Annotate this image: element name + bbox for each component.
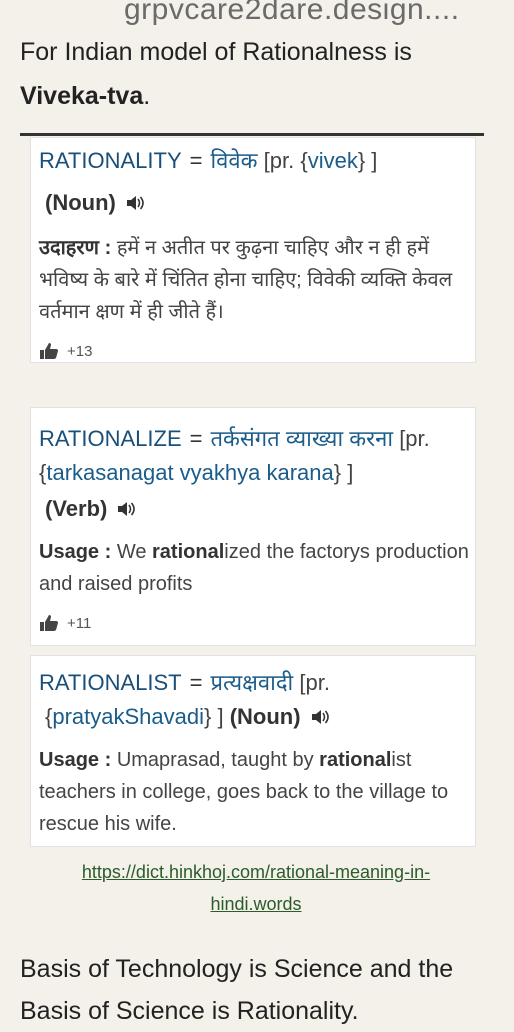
divider-line [20,133,484,136]
entry-word[interactable]: RATIONALIST [39,670,182,695]
pronunciation: tarkasanagat vyakhya karana [46,460,334,485]
hindi-meaning[interactable]: विवेक [210,148,257,173]
example-pre: Umaprasad, taught by [116,749,320,771]
dictionary-card-rationalist: RATIONALIST = प्रत्यक्षवादी [pr. {pratyakS… [30,655,476,847]
intro-tail: . [143,82,151,110]
example-label: Usage : [39,749,112,771]
pos-label: (Noun) [229,704,301,729]
thumbs-up-icon[interactable] [39,614,59,632]
entry-headline: RATIONALITY = विवेक [pr. {vivek} ] [39,144,469,178]
pronunciation-close: } ] [333,460,354,485]
part-of-speech: (Verb) [45,492,469,526]
example-usage: Usage : We rationalized the factorys pro… [39,536,469,600]
example-usage: उदाहरण : हमें न अतीत पर कुढ़ना चाहिए और … [39,232,469,328]
hindi-meaning[interactable]: प्रत्यक्षवादी [210,670,293,695]
example-usage: Usage : Umaprasad, taught by rationalist… [39,744,469,840]
entry-word[interactable]: RATIONALITY [39,148,182,173]
source-url-line2[interactable]: hindi.words [210,894,301,914]
example-bold: rational [319,749,392,771]
like-count-value: +11 [67,614,92,632]
source-url-line1[interactable]: https://dict.hinkhoj.com/rational-meanin… [82,862,430,882]
hindi-meaning[interactable]: तर्कसंगत व्याख्या करना [210,426,393,451]
dictionary-card-rationality: RATIONALITY = विवेक [pr. {vivek} ] (Noun) … [30,137,476,363]
pronunciation: vivek [307,148,358,173]
pronunciation-close: } ] [204,704,224,729]
pronunciation-close: } ] [357,148,378,173]
example-bold: rational [152,541,225,563]
pos-label: (Verb) [45,496,108,521]
entry-word[interactable]: RATIONALIZE [39,426,182,451]
pos-label: (Noun) [45,190,116,215]
dictionary-card-rationalize: RATIONALIZE = तर्कसंगत व्याख्या करना [pr. … [30,407,476,646]
equals-sign: = [189,670,203,695]
equals-sign: = [189,426,203,451]
like-count-value: +13 [67,342,93,360]
example-label: उदाहरण : [39,237,112,259]
example-label: Usage : [39,541,112,563]
thumbs-up-icon[interactable] [39,342,59,360]
source-url-link[interactable]: https://dict.hinkhoj.com/rational-meanin… [36,856,476,920]
entry-headline: RATIONALIST = प्रत्यक्षवादी [pr. {pratyakS… [39,666,469,734]
speaker-icon[interactable] [126,195,144,211]
example-pre: We [116,541,153,563]
pronunciation-open: [pr. { [263,148,308,173]
outro-paragraph: Basis of Technology is Science and the B… [20,955,454,1025]
pronunciation: pratyakShavadi [52,704,205,729]
speaker-icon[interactable] [117,501,136,517]
equals-sign: = [189,148,203,173]
intro-text: For Indian model of Rationalness is [20,38,412,66]
entry-headline: RATIONALIZE = तर्कसंगत व्याख्या करना [pr. … [39,422,469,490]
like-count: +11 [39,614,469,632]
pronunciation-open: [pr. [299,670,330,695]
speaker-icon[interactable] [311,709,329,725]
intro-paragraph: For Indian model of Rationalness is Vive… [20,30,500,118]
site-domain-header: grpvcare2dare.design.... [124,0,460,26]
part-of-speech: (Noun) [45,186,469,220]
intro-bold-term: Viveka-tva [20,82,144,110]
like-count: +13 [39,342,469,360]
